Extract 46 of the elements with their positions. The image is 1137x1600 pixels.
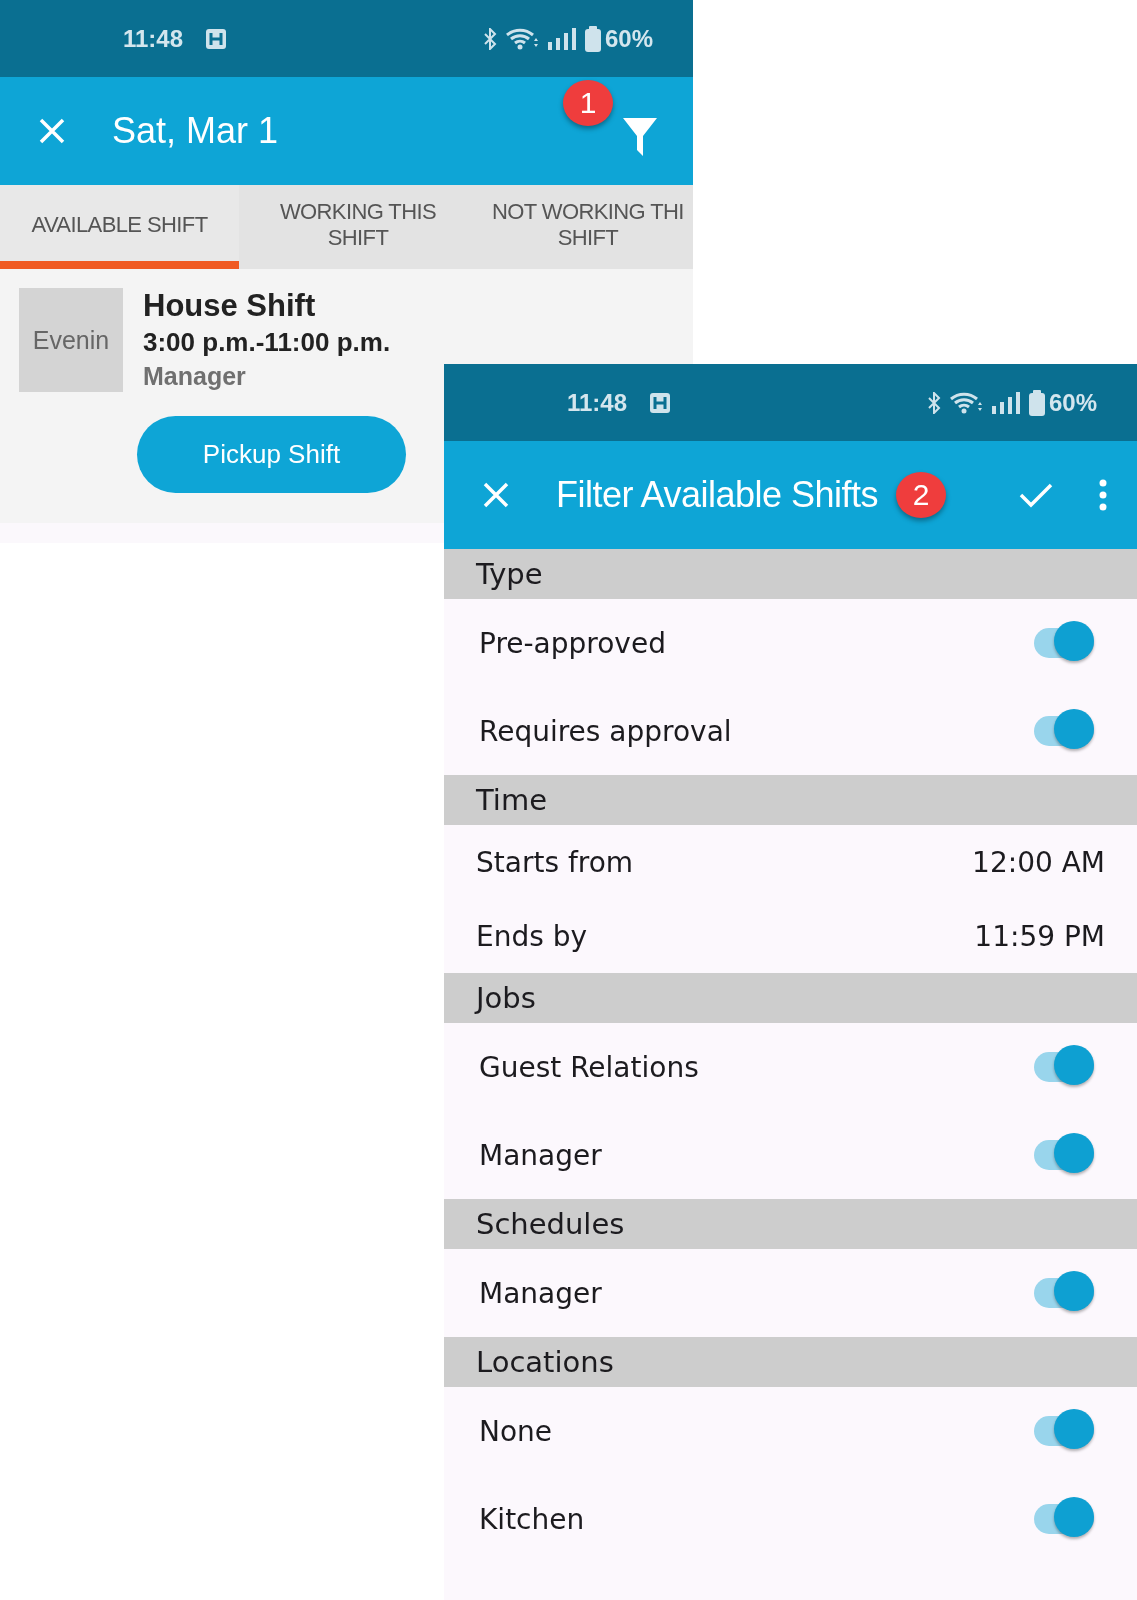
option-label: None (479, 1414, 553, 1448)
bluetooth-icon (926, 391, 941, 414)
section-header: Time (444, 775, 1137, 825)
option-label: Kitchen (479, 1502, 585, 1536)
filter-icon[interactable] (623, 118, 657, 156)
clock-time: 11:48 (567, 388, 628, 417)
battery-level: 60% (604, 24, 653, 53)
close-icon[interactable] (482, 481, 510, 509)
option-label: Guest Relations (479, 1050, 699, 1084)
notification-icon (205, 27, 228, 50)
time-value[interactable]: 12:00 AM (972, 845, 1105, 879)
section-header: Jobs (444, 973, 1137, 1023)
clock-time: 11:48 (123, 24, 184, 53)
section-header: Type (444, 549, 1137, 599)
section-header: Schedules (444, 1199, 1137, 1249)
wifi-icon (948, 390, 983, 415)
battery-level: 60% (1048, 388, 1097, 417)
battery-icon (584, 25, 601, 52)
more-icon[interactable] (1099, 479, 1107, 511)
option-label: Manager (479, 1138, 602, 1172)
section-header: Locations (444, 1337, 1137, 1387)
screen-title: Filter Available Shifts (556, 474, 878, 516)
time-value[interactable]: 11:59 PM (974, 919, 1105, 953)
option-label: Requires approval (479, 714, 732, 748)
check-icon[interactable] (1019, 482, 1053, 508)
option-label: Starts from (476, 845, 634, 879)
tab[interactable]: AVAILABLE SHIFT (0, 185, 239, 269)
bluetooth-icon (482, 27, 497, 50)
notification-icon (649, 391, 672, 414)
shift-time: 3:00 p.m.-11:00 p.m. (143, 326, 391, 359)
shift-job: Manager (143, 361, 247, 392)
option-label: Pre-approved (479, 626, 666, 660)
wifi-icon (504, 26, 539, 51)
signal-icon (546, 26, 577, 51)
shift-thumbnail: Evenin (19, 288, 123, 392)
tab[interactable]: NOT WORKING THI SHIFT (477, 185, 693, 269)
option-label: Ends by (476, 919, 588, 953)
option-label: Manager (479, 1276, 602, 1310)
signal-icon (990, 390, 1021, 415)
notification-badge: 2 (896, 472, 946, 518)
battery-icon (1028, 389, 1045, 416)
tab[interactable]: WORKING THIS SHIFT (239, 185, 477, 269)
notification-badge: 1 (563, 80, 613, 126)
screen-title: Sat, Mar 1 (112, 110, 279, 152)
close-icon[interactable] (38, 117, 66, 145)
shift-title: House Shift (143, 288, 317, 324)
